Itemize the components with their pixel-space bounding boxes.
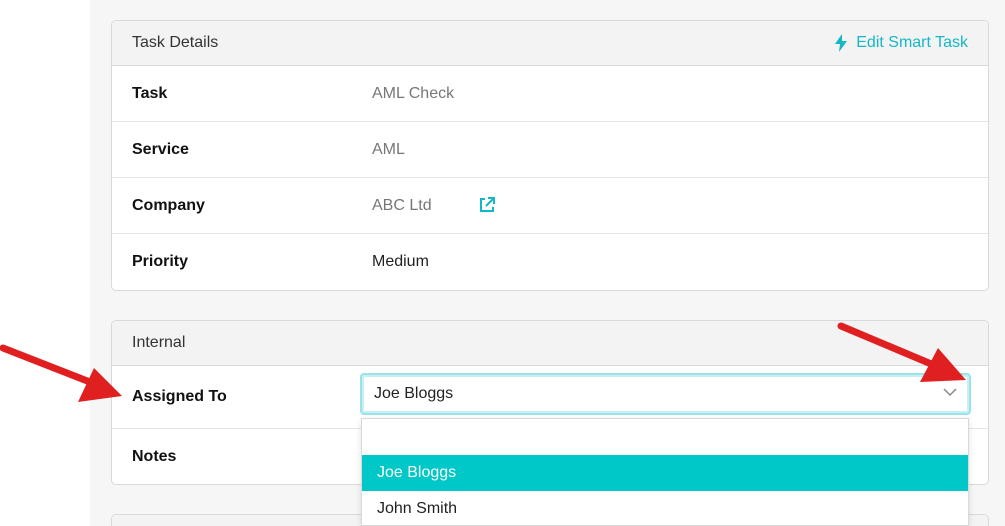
dropdown-search-input[interactable] xyxy=(362,419,968,455)
lightning-icon xyxy=(835,34,848,52)
annotation-arrow-left xyxy=(0,344,122,402)
priority-row: Priority Medium xyxy=(112,234,988,290)
dropdown-option-joe-bloggs[interactable]: Joe Bloggs xyxy=(362,455,968,491)
assigned-to-label: Assigned To xyxy=(132,388,227,405)
task-row: Task AML Check xyxy=(112,66,988,122)
priority-value: Medium xyxy=(372,253,429,270)
assigned-to-dropdown: Joe Bloggs John Smith xyxy=(361,418,969,526)
edit-smart-task-link[interactable]: Edit Smart Task xyxy=(834,34,968,52)
company-row: Company ABC Ltd xyxy=(112,178,988,234)
dropdown-option-john-smith[interactable]: John Smith xyxy=(362,491,968,526)
service-row: Service AML xyxy=(112,122,988,178)
edit-smart-task-label: Edit Smart Task xyxy=(856,34,968,51)
task-label: Task xyxy=(132,84,168,102)
internal-title: Internal xyxy=(132,334,186,351)
task-details-header: Task Details Edit Smart Task xyxy=(112,21,988,66)
task-details-card: Task Details Edit Smart Task Task AML Ch… xyxy=(111,20,989,291)
annotation-arrow-right xyxy=(837,322,966,382)
external-link-icon[interactable] xyxy=(478,196,496,219)
notes-label: Notes xyxy=(132,448,177,465)
assigned-to-selected-value: Joe Bloggs xyxy=(374,385,454,402)
priority-label: Priority xyxy=(132,253,189,270)
chevron-down-icon xyxy=(943,388,957,397)
service-label: Service xyxy=(132,140,189,158)
service-value: AML xyxy=(372,140,405,158)
task-value: AML Check xyxy=(372,84,455,102)
task-details-title: Task Details xyxy=(132,34,219,51)
company-label: Company xyxy=(132,196,205,214)
company-value: ABC Ltd xyxy=(372,196,432,214)
